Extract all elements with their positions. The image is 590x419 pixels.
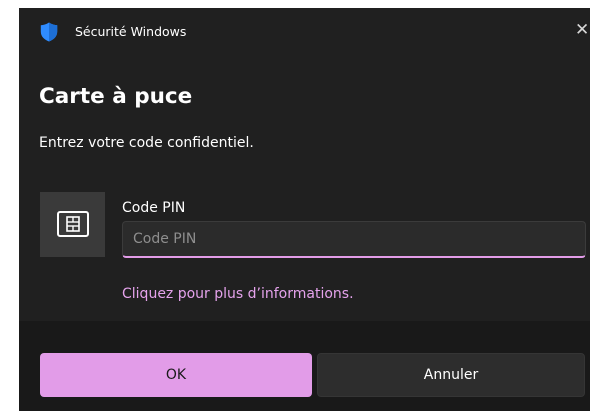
prompt-text: Entrez votre code confidentiel.: [39, 135, 254, 151]
dialog-footer: OK Annuler: [19, 321, 590, 411]
app-title: Sécurité Windows: [75, 24, 187, 39]
smart-card-icon: [57, 211, 89, 237]
cancel-button[interactable]: Annuler: [317, 353, 585, 397]
ok-button[interactable]: OK: [40, 353, 312, 397]
more-info-link[interactable]: Cliquez pour plus d’informations.: [122, 286, 354, 302]
shield-icon: [40, 22, 58, 42]
security-dialog-window: Sécurité Windows ✕ Carte à puce Entrez v…: [19, 8, 590, 411]
pin-label: Code PIN: [122, 200, 186, 216]
title-bar[interactable]: Sécurité Windows ✕: [19, 8, 590, 54]
pin-input[interactable]: [122, 221, 586, 258]
close-icon[interactable]: ✕: [575, 20, 590, 40]
dialog-title: Carte à puce: [39, 84, 193, 109]
smart-card-tile: [40, 192, 105, 257]
